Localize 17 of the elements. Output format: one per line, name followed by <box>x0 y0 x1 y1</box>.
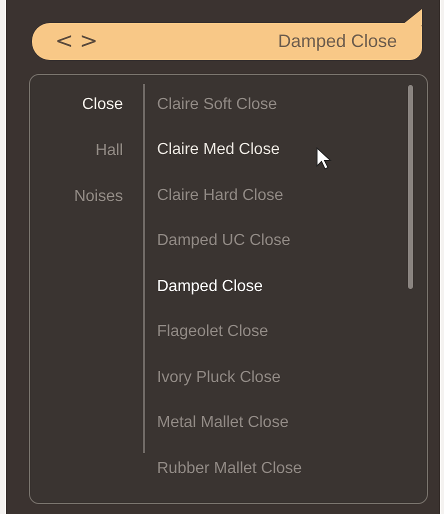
preset-item[interactable]: Damped UC Close <box>157 230 302 276</box>
preset-item[interactable]: Damped Close <box>157 276 302 322</box>
mouse-pointer-icon <box>316 147 332 171</box>
preset-item[interactable]: Claire Soft Close <box>157 94 302 140</box>
category-item[interactable]: Hall <box>95 140 123 186</box>
preset-item[interactable]: Claire Med Close <box>157 139 302 185</box>
previous-button[interactable]: < <box>52 30 76 52</box>
preset-item[interactable]: Claire Hard Close <box>157 184 302 230</box>
category-item[interactable]: Noises <box>74 186 123 232</box>
preset-item[interactable]: Flageolet Close <box>157 321 302 367</box>
category-item[interactable]: Close <box>82 94 123 140</box>
scrollbar[interactable] <box>408 85 413 289</box>
preset-item[interactable]: Rubber Mallet Close <box>157 458 302 503</box>
preset-title: Damped Close <box>278 31 397 52</box>
preset-item[interactable]: Metal Mallet Close <box>157 412 302 458</box>
preset-item[interactable]: Ivory Pluck Close <box>157 366 302 412</box>
next-button[interactable]: > <box>76 30 101 52</box>
